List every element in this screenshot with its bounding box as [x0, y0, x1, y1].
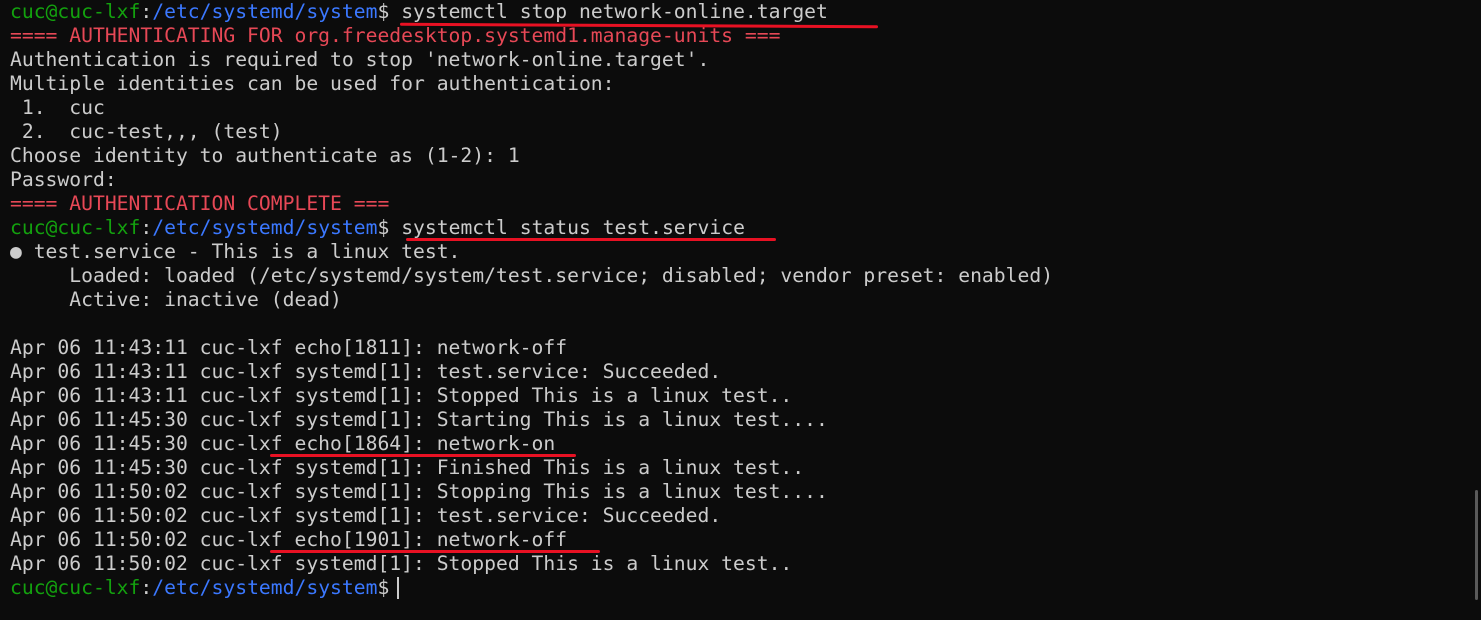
- log-line: Apr 06 11:50:02 cuc-lxf systemd[1]: Stop…: [10, 480, 828, 503]
- prompt-path: /etc/systemd/system: [152, 0, 378, 23]
- terminal-window[interactable]: cuc@cuc-lxf:/etc/systemd/system$ systemc…: [0, 0, 1481, 620]
- scrollbar-thumb[interactable]: [1475, 490, 1478, 600]
- log-line: Apr 06 11:43:11 cuc-lxf systemd[1]: test…: [10, 360, 722, 383]
- prompt-line: cuc@cuc-lxf:/etc/systemd/system$ systemc…: [10, 0, 1481, 24]
- output-line: Authentication is required to stop 'netw…: [10, 48, 710, 71]
- service-active: Active: inactive (dead): [10, 288, 342, 311]
- output-line: Choose identity to authenticate as (1-2)…: [10, 144, 520, 167]
- prompt-symbol: $: [377, 576, 390, 599]
- log-line: Apr 06 11:50:02 cuc-lxf systemd[1]: Stop…: [10, 552, 793, 575]
- prompt-line: cuc@cuc-lxf:/etc/systemd/system$ systemc…: [10, 216, 1481, 240]
- text-cursor[interactable]: [397, 577, 400, 599]
- annotation-underline: [270, 550, 600, 553]
- identity-option: 1. cuc: [10, 96, 105, 119]
- annotation-underline: [406, 238, 776, 241]
- log-line: Apr 06 11:45:30 cuc-lxf systemd[1]: Star…: [10, 408, 828, 431]
- prompt-user-host: cuc@cuc-lxf: [10, 576, 141, 599]
- command-text: systemctl stop network-online.target: [401, 0, 828, 23]
- log-line: Apr 06 11:50:02 cuc-lxf systemd[1]: test…: [10, 504, 722, 527]
- service-loaded: Loaded: loaded (/etc/systemd/system/test…: [10, 264, 1054, 287]
- prompt-symbol: $: [377, 0, 390, 23]
- auth-header: ==== AUTHENTICATING FOR org.freedesktop.…: [10, 24, 781, 47]
- service-title: ● test.service - This is a linux test.: [10, 240, 461, 263]
- identity-option: 2. cuc-test,,, (test): [10, 120, 283, 143]
- prompt-symbol: $: [377, 216, 390, 239]
- prompt-line: cuc@cuc-lxf:/etc/systemd/system$: [10, 576, 1481, 600]
- prompt-separator: :: [140, 216, 153, 239]
- log-line: Apr 06 11:50:02 cuc-lxf echo[1901]: netw…: [10, 528, 568, 551]
- log-line: Apr 06 11:43:11 cuc-lxf systemd[1]: Stop…: [10, 384, 793, 407]
- prompt-path: /etc/systemd/system: [152, 576, 378, 599]
- log-line: Apr 06 11:43:11 cuc-lxf echo[1811]: netw…: [10, 336, 568, 359]
- prompt-user-host: cuc@cuc-lxf: [10, 216, 141, 239]
- annotation-underline: [270, 454, 576, 457]
- prompt-separator: :: [140, 576, 153, 599]
- prompt-separator: :: [140, 0, 153, 23]
- prompt-path: /etc/systemd/system: [152, 216, 378, 239]
- prompt-user-host: cuc@cuc-lxf: [10, 0, 141, 23]
- output-line: Multiple identities can be used for auth…: [10, 72, 615, 95]
- password-prompt: Password:: [10, 168, 117, 191]
- log-line: Apr 06 11:45:30 cuc-lxf systemd[1]: Fini…: [10, 456, 805, 479]
- log-line: Apr 06 11:45:30 cuc-lxf echo[1864]: netw…: [10, 432, 556, 455]
- auth-complete: ==== AUTHENTICATION COMPLETE ===: [10, 192, 390, 215]
- command-text: systemctl status test.service: [401, 216, 745, 239]
